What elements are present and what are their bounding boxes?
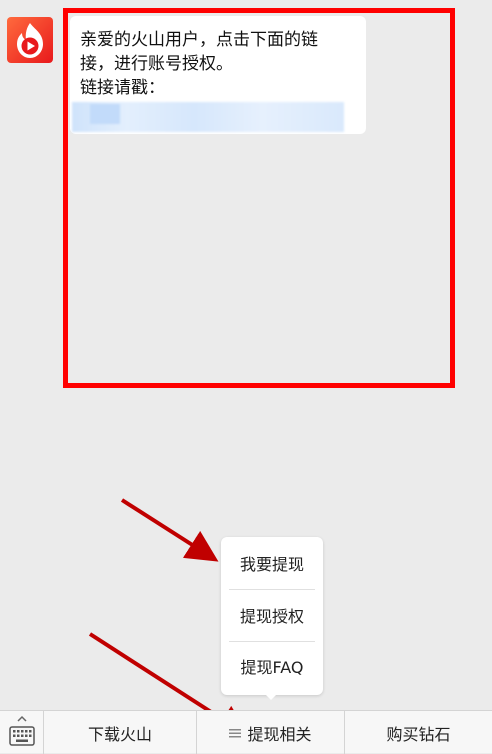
- bottom-menu-bar: 下载火山 提现相关 购买钻石: [0, 710, 492, 754]
- popup-submenu: 我要提现 提现授权 提现FAQ: [221, 537, 323, 695]
- submenu-item-withdraw-auth[interactable]: 提现授权: [229, 590, 315, 640]
- menu-lines-icon: [229, 728, 242, 737]
- menu-label: 提现相关: [247, 724, 312, 744]
- submenu-item-withdraw-faq[interactable]: 提现FAQ: [229, 641, 315, 691]
- menu-label: 购买钻石: [386, 724, 451, 744]
- keyboard-toggle-button[interactable]: [0, 711, 44, 754]
- arrow-to-withdraw-item: [120, 498, 219, 562]
- keyboard-icon: [8, 715, 35, 746]
- hotsoon-flame-play-icon: [7, 17, 53, 63]
- menu-download-hotsoon[interactable]: 下载火山: [44, 711, 197, 754]
- menu-withdraw-related[interactable]: 提现相关: [197, 711, 345, 754]
- menu-label: 下载火山: [87, 724, 152, 744]
- popup-pointer: [263, 692, 279, 700]
- highlight-frame: [63, 8, 455, 388]
- menu-buy-diamonds[interactable]: 购买钻石: [345, 711, 492, 754]
- submenu-item-withdraw[interactable]: 我要提现: [229, 538, 315, 588]
- avatar[interactable]: [7, 17, 53, 63]
